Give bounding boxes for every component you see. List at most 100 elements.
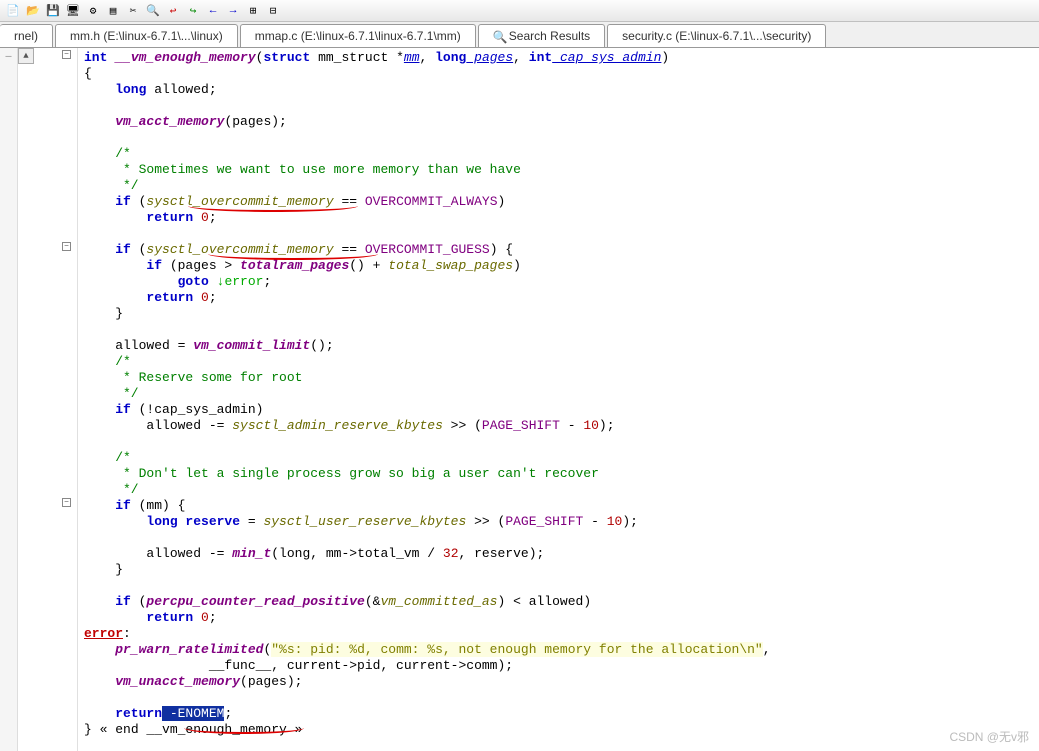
code-token: * Sometimes we want to use more memory t… bbox=[84, 162, 521, 177]
code-token: mm bbox=[404, 50, 420, 65]
code-token: allowed = bbox=[84, 338, 193, 353]
tab-search-results[interactable]: 🔍Search Results bbox=[478, 24, 605, 47]
code-token: ( bbox=[131, 242, 147, 257]
code-token: { bbox=[84, 66, 92, 81]
code-token: allowed; bbox=[146, 82, 216, 97]
code-token: « end __vm_enough_memory » bbox=[100, 722, 303, 737]
toolbar: 📄 📂 💾 🖥 ⚙ ▤ ✂ 🔍 ↩ ↪ ← → ⊞ ⊟ bbox=[0, 0, 1039, 22]
code-token: 0 bbox=[201, 210, 209, 225]
divider-icon: — bbox=[5, 52, 11, 63]
toolbar-icon[interactable]: 🔍 bbox=[144, 3, 162, 19]
code-token: __vm_enough_memory bbox=[115, 50, 255, 65]
code-token: , bbox=[420, 50, 436, 65]
toolbar-icon[interactable]: 🖥 bbox=[64, 3, 82, 19]
code-token: return bbox=[84, 210, 201, 225]
tab-label: security.c (E:\linux-6.7.1\...\security) bbox=[622, 29, 811, 43]
code-token: } bbox=[84, 722, 100, 737]
code-token: if bbox=[84, 194, 131, 209]
code-token: OVERCOMMIT_ALWAYS bbox=[365, 194, 498, 209]
toolbar-icon[interactable]: → bbox=[224, 3, 242, 19]
code-token: __func__, current->pid, current->comm); bbox=[84, 658, 513, 673]
scroll-up-icon[interactable]: ▲ bbox=[18, 48, 34, 64]
code-token: sysctl_overcommit_memory bbox=[146, 242, 333, 257]
code-token: if bbox=[84, 498, 131, 513]
toolbar-icon[interactable]: ↪ bbox=[184, 3, 202, 19]
code-token: (pages > bbox=[162, 258, 240, 273]
toolbar-icon[interactable]: 📂 bbox=[24, 3, 42, 19]
toolbar-icon[interactable]: ✂ bbox=[124, 3, 142, 19]
code-token: struct bbox=[263, 50, 310, 65]
code-token: /* bbox=[84, 354, 131, 369]
code-token: 0 bbox=[201, 610, 209, 625]
code-token: , reserve); bbox=[459, 546, 545, 561]
code-token: ) bbox=[661, 50, 669, 65]
code-token: OVERCOMMIT_GUESS bbox=[365, 242, 490, 257]
toolbar-icon[interactable]: 📄 bbox=[4, 3, 22, 19]
toolbar-icon[interactable]: ↩ bbox=[164, 3, 182, 19]
code-token: pages bbox=[466, 50, 513, 65]
code-label: error bbox=[84, 626, 123, 641]
code-token: sysctl_user_reserve_kbytes bbox=[263, 514, 466, 529]
code-token: } bbox=[84, 306, 123, 321]
tab-label: Search Results bbox=[509, 29, 590, 43]
toolbar-icon[interactable]: ⊟ bbox=[264, 3, 282, 19]
toolbar-icon[interactable]: ⚙ bbox=[84, 3, 102, 19]
code-token: ); bbox=[599, 418, 615, 433]
code-token: () + bbox=[349, 258, 388, 273]
fold-handle-icon[interactable]: − bbox=[62, 242, 71, 251]
code-token: "%s: pid: %d, comm: %s, not enough memor… bbox=[271, 642, 762, 657]
code-token: == bbox=[334, 242, 365, 257]
code-token: ) { bbox=[490, 242, 513, 257]
code-token: (); bbox=[310, 338, 333, 353]
code-token: return bbox=[84, 706, 162, 721]
code-token: vm_acct_memory bbox=[84, 114, 224, 129]
tab-mmap-c[interactable]: mmap.c (E:\linux-6.7.1\linux-6.7.1\mm) bbox=[240, 24, 476, 47]
code-token: = bbox=[240, 514, 263, 529]
fold-handle-icon[interactable]: − bbox=[62, 50, 71, 59]
tab-label: mmap.c (E:\linux-6.7.1\linux-6.7.1\mm) bbox=[255, 29, 461, 43]
code-token: vm_unacct_memory bbox=[84, 674, 240, 689]
editor-area: — ▲ − − − int __vm_enough_memory(struct … bbox=[0, 48, 1039, 751]
tab-mm-h[interactable]: mm.h (E:\linux-6.7.1\...\linux) bbox=[55, 24, 238, 47]
code-token: vm_committed_as bbox=[380, 594, 497, 609]
code-token: if bbox=[84, 242, 131, 257]
code-token: /* bbox=[84, 450, 131, 465]
toolbar-icon[interactable]: ▤ bbox=[104, 3, 122, 19]
code-editor[interactable]: int __vm_enough_memory(struct mm_struct … bbox=[78, 48, 1039, 751]
tab-rnel[interactable]: rnel) bbox=[0, 24, 53, 47]
code-token: >> ( bbox=[466, 514, 505, 529]
code-token: /* bbox=[84, 146, 131, 161]
code-token: - bbox=[560, 418, 583, 433]
toolbar-icon[interactable]: ← bbox=[204, 3, 222, 19]
code-token: ; bbox=[209, 610, 217, 625]
code-token: * Reserve some for root bbox=[84, 370, 302, 385]
code-token: return bbox=[84, 290, 201, 305]
code-gutter[interactable]: − − − bbox=[34, 48, 78, 751]
code-token: total_swap_pages bbox=[388, 258, 513, 273]
toolbar-icon[interactable]: ⊞ bbox=[244, 3, 262, 19]
code-selection: -ENOMEM bbox=[162, 706, 224, 721]
code-token: (pages); bbox=[224, 114, 286, 129]
code-token: min_t bbox=[232, 546, 271, 561]
code-token: == bbox=[334, 194, 365, 209]
code-token: ; bbox=[263, 274, 271, 289]
fold-handle-icon[interactable]: − bbox=[62, 498, 71, 507]
code-token: percpu_counter_read_positive bbox=[146, 594, 364, 609]
code-token: int bbox=[529, 50, 552, 65]
code-token: ; bbox=[209, 210, 217, 225]
code-token: ) bbox=[498, 194, 506, 209]
code-token: ; bbox=[224, 706, 232, 721]
tab-security-c[interactable]: security.c (E:\linux-6.7.1\...\security) bbox=[607, 24, 826, 47]
code-token: sysctl_overcommit_memory bbox=[146, 194, 333, 209]
code-token: allowed -= bbox=[84, 546, 232, 561]
code-token: */ bbox=[84, 482, 139, 497]
code-token: 10 bbox=[607, 514, 623, 529]
code-token: } bbox=[84, 562, 123, 577]
code-token: goto bbox=[84, 274, 209, 289]
toolbar-icon[interactable]: 💾 bbox=[44, 3, 62, 19]
code-token: - bbox=[583, 514, 606, 529]
code-token: (long, mm->total_vm / bbox=[271, 546, 443, 561]
code-token: , bbox=[513, 50, 529, 65]
code-token: totalram_pages bbox=[240, 258, 349, 273]
code-token: (mm) { bbox=[131, 498, 186, 513]
